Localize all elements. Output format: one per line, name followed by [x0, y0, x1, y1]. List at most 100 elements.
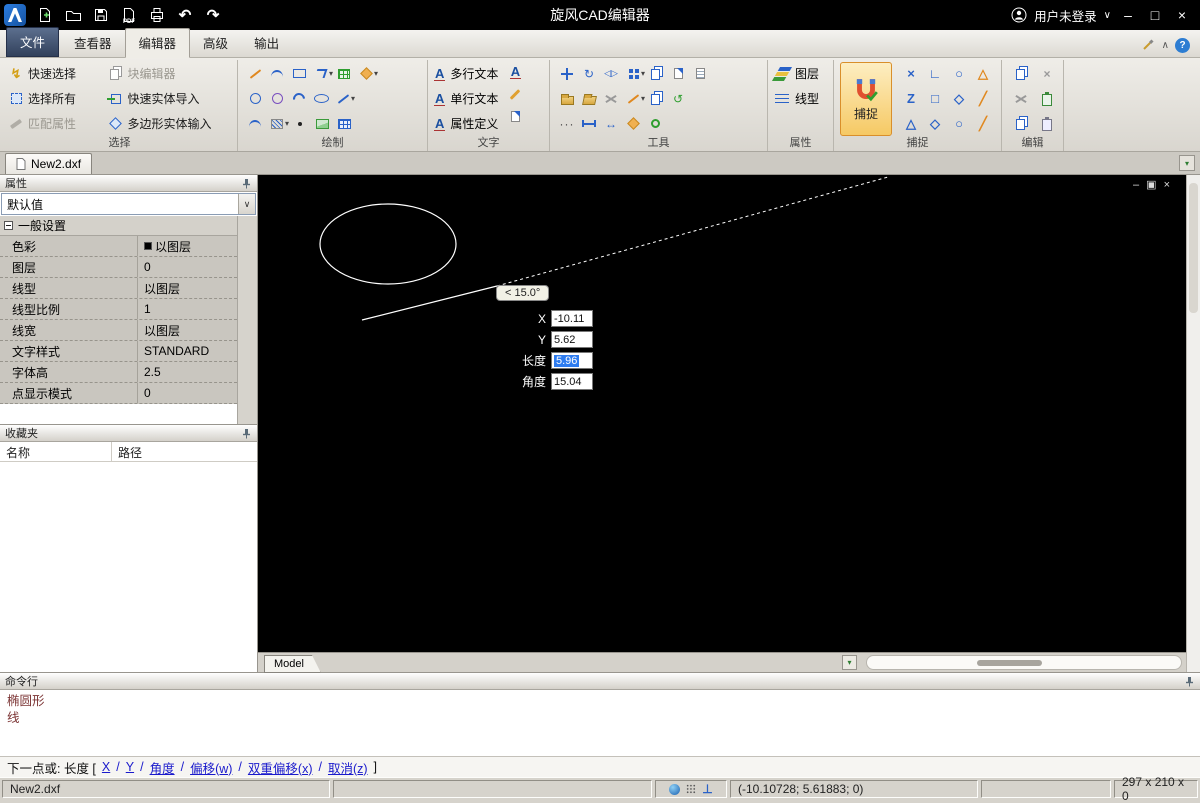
layer-button[interactable]: 图层 [774, 61, 827, 86]
snap-insertion-icon[interactable]: ○ [955, 117, 963, 130]
snap-center-icon[interactable]: ○ [955, 67, 963, 80]
quick-select-button[interactable]: ↯ 快速选择 [8, 65, 96, 82]
tool-move-button[interactable] [556, 63, 578, 85]
edit-delete-button[interactable]: × [1036, 63, 1058, 85]
draw-ellipse-button[interactable] [310, 88, 332, 110]
multiline-text-button[interactable]: A 多行文本 [434, 61, 498, 86]
user-login-label[interactable]: 用户未登录 [1034, 6, 1097, 25]
draw-region-button[interactable] [333, 63, 355, 85]
horizontal-scroll-thumb[interactable] [977, 660, 1042, 666]
attribute-define-button[interactable]: A 属性定义 [434, 111, 498, 136]
open-file-button[interactable] [60, 2, 86, 28]
snap-toggle-button[interactable]: 捕捉 [840, 62, 892, 136]
document-tab-new2[interactable]: New2.dxf [5, 153, 93, 174]
osnap-status-icon[interactable] [669, 783, 681, 795]
snap-endpoint-icon[interactable]: □ [931, 92, 939, 105]
minimize-button[interactable]: – [1118, 4, 1138, 26]
customize-tool-icon[interactable] [1140, 37, 1156, 53]
collapse-ribbon-button[interactable]: ∧ [1162, 40, 1169, 51]
draw-spline-button[interactable] [244, 113, 266, 135]
tool-duplicate-button[interactable] [645, 88, 667, 110]
x-input-field[interactable]: -10.11 [551, 310, 593, 327]
ortho-status-icon[interactable]: ⊥ [702, 782, 712, 796]
snap-perpendicular-icon[interactable]: ∟ [929, 67, 942, 80]
draw-polyline-button[interactable] [310, 63, 332, 85]
property-row-layer[interactable]: 图层 0 [0, 257, 237, 278]
snap-node-icon[interactable]: ◇ [954, 92, 964, 105]
text-style-button[interactable]: A [504, 61, 526, 83]
prompt-option-x[interactable]: X [102, 760, 110, 774]
edit-copy-button[interactable] [1010, 63, 1032, 85]
tab-list-dropdown-button[interactable]: ▾ [1179, 155, 1195, 171]
vertical-scroll-thumb[interactable] [1189, 183, 1198, 313]
prompt-option-y[interactable]: Y [126, 760, 134, 774]
snap-parallel-icon[interactable]: ╱ [979, 117, 987, 130]
tool-measure-button[interactable] [578, 113, 600, 135]
property-row-color[interactable]: 色彩 以图层 [0, 236, 237, 257]
horizontal-scrollbar[interactable] [866, 655, 1182, 670]
properties-scrollbar[interactable] [237, 216, 257, 424]
text-page-edit-button[interactable] [504, 105, 526, 127]
tool-more-button[interactable]: ··· [556, 113, 578, 135]
save-button[interactable] [88, 2, 114, 28]
snap-intersection-icon[interactable]: × [907, 67, 915, 80]
properties-group-header[interactable]: 一般设置 [0, 216, 237, 236]
snap-extension-icon[interactable]: Z [907, 92, 915, 105]
preset-dropdown-chevron-icon[interactable]: ∨ [238, 194, 255, 214]
user-chevron-down-icon[interactable]: ∨ [1104, 10, 1111, 21]
draw-point-button[interactable] [289, 113, 311, 135]
tool-page-rotate-button[interactable] [667, 63, 689, 85]
prompt-option-cancel[interactable]: 取消(z) [328, 758, 368, 777]
singleline-text-button[interactable]: A 单行文本 [434, 86, 498, 111]
y-input-field[interactable]: 5.62 [551, 331, 593, 348]
linetype-button[interactable]: 线型 [774, 86, 827, 111]
tool-cut-entity-button[interactable] [600, 88, 622, 110]
draw-circle-button[interactable] [244, 88, 266, 110]
draw-line-button[interactable] [244, 63, 266, 85]
edit-paste-special-button[interactable] [1036, 113, 1058, 135]
draw-rectangle-button[interactable] [288, 63, 310, 85]
draw-ray-button[interactable] [332, 88, 354, 110]
pin-icon[interactable] [241, 428, 252, 439]
property-row-point-display[interactable]: 点显示模式 0 [0, 383, 237, 404]
draw-freehand-button[interactable] [266, 63, 288, 85]
collapse-icon[interactable] [4, 221, 13, 230]
text-edit-button[interactable] [504, 83, 526, 105]
tool-copy-button[interactable] [645, 63, 667, 85]
command-history[interactable]: 椭圆形 线 [0, 690, 1200, 756]
tool-rotate-button[interactable]: ↻ [578, 63, 600, 85]
menu-tab-advanced[interactable]: 高级 [190, 29, 241, 57]
snap-nearest-icon[interactable]: ╱ [979, 92, 987, 105]
drawing-canvas[interactable]: – ▣ × < 15.0° X -10.11 Y 5.62 长度 5.96 角度… [258, 175, 1186, 652]
polygon-entity-input-button[interactable]: 多边形实体输入 [108, 115, 232, 132]
menu-tab-editor[interactable]: 编辑器 [124, 28, 191, 58]
tool-folder-open-button[interactable] [578, 88, 600, 110]
draw-table-button[interactable] [333, 113, 355, 135]
select-all-button[interactable]: 选择所有 [8, 90, 96, 107]
layout-dropdown-button[interactable]: ▾ [842, 655, 857, 670]
tool-page-align-button[interactable] [689, 63, 711, 85]
menu-tab-viewer[interactable]: 查看器 [61, 29, 125, 57]
edit-paste-button[interactable] [1036, 88, 1058, 110]
favorites-column-name[interactable]: 名称 [0, 442, 112, 461]
property-row-linetype[interactable]: 线型 以图层 [0, 278, 237, 299]
model-tab[interactable]: Model [264, 655, 321, 673]
draw-image-button[interactable] [311, 113, 333, 135]
redo-button[interactable]: ↷ [200, 2, 226, 28]
draw-donut-button[interactable] [266, 88, 288, 110]
property-row-linetype-scale[interactable]: 线型比例 1 [0, 299, 237, 320]
draw-shape-button[interactable] [355, 63, 377, 85]
mdi-restore-button[interactable]: ▣ [1146, 180, 1156, 191]
tool-folder-button[interactable] [556, 88, 578, 110]
prompt-option-angle[interactable]: 角度 [150, 758, 175, 777]
match-properties-button[interactable]: 匹配属性 [8, 115, 96, 132]
property-row-lineweight[interactable]: 线宽 以图层 [0, 320, 237, 341]
vertical-scrollbar[interactable] [1186, 175, 1200, 672]
block-editor-button[interactable]: 块编辑器 [108, 65, 232, 82]
favorites-column-path[interactable]: 路径 [112, 442, 148, 461]
tool-array-button[interactable] [622, 63, 644, 85]
new-file-button[interactable] [32, 2, 58, 28]
prompt-option-offset[interactable]: 偏移(w) [190, 758, 232, 777]
mdi-minimize-button[interactable]: – [1133, 180, 1139, 191]
help-button[interactable]: ? [1175, 37, 1190, 53]
